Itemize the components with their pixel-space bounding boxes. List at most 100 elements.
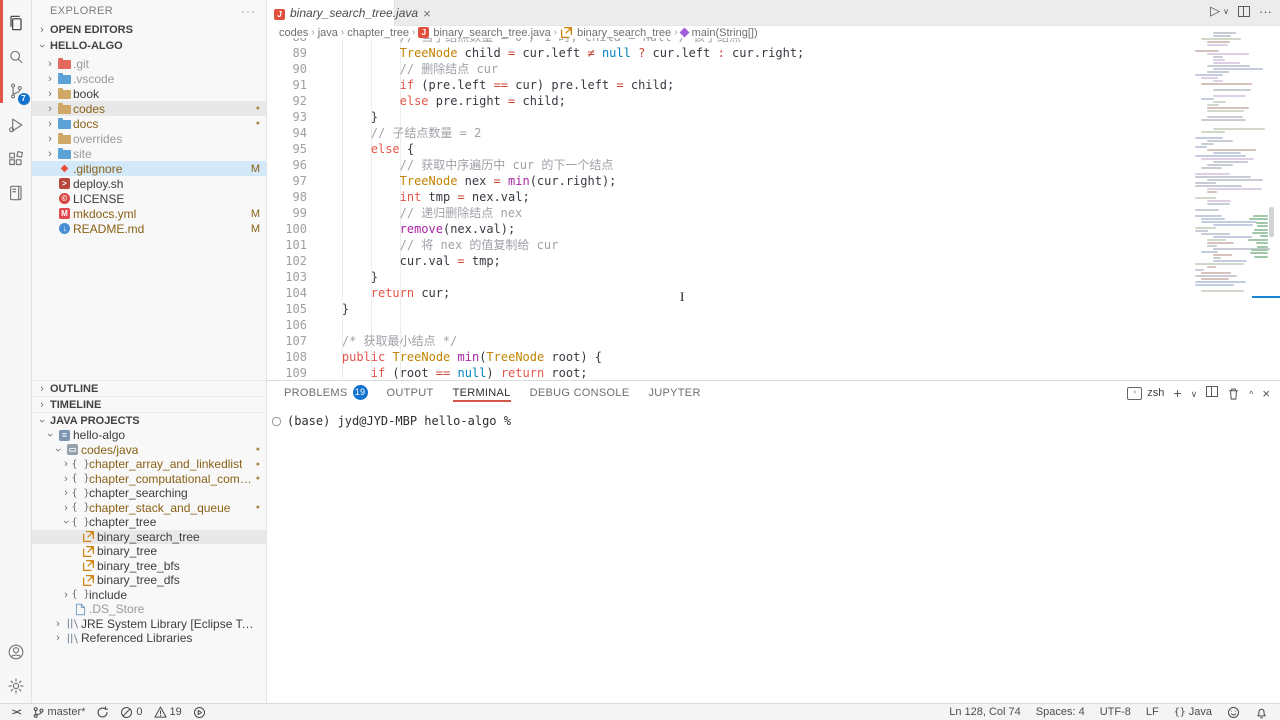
tree-item-overrides[interactable]: ›overrides: [32, 131, 266, 146]
status-warnings[interactable]: 19: [150, 706, 186, 719]
new-terminal-icon[interactable]: +: [1173, 385, 1181, 401]
status-notifications[interactable]: [1251, 706, 1272, 719]
tree-item-binary-tree-dfs[interactable]: ›binary_tree_dfs: [32, 573, 266, 588]
launch-profile-icon[interactable]: ∨: [1191, 386, 1198, 400]
line-number: 106: [267, 317, 307, 333]
tree-item-label: binary_tree: [97, 544, 157, 558]
code-line: 95else {: [267, 141, 1280, 157]
panel-tab-terminal[interactable]: TERMINAL: [453, 381, 511, 404]
code-line: 88// 当子结点数量 = 0 / 1 时, child = null / 该子…: [267, 38, 1280, 45]
tab-binary-search-tree[interactable]: J binary_search_tree.java ×: [267, 0, 395, 26]
tree-item-binary-search-tree[interactable]: ›binary_search_tree: [32, 530, 266, 545]
minimap-match-mark: [1252, 232, 1268, 234]
tree-item-chapter-stack-and-queue[interactable]: ›{ }chapter_stack_and_queue●: [32, 501, 266, 516]
code-editor[interactable]: 88// 当子结点数量 = 0 / 1 时, child = null / 该子…: [267, 38, 1280, 380]
status-eol[interactable]: LF: [1142, 706, 1163, 718]
modified-dot-icon: ●: [256, 504, 260, 511]
status-language-mode[interactable]: {}Java: [1170, 706, 1216, 718]
tree-item-chapter-computational-complexity[interactable]: ›{ }chapter_computational_complexity●: [32, 472, 266, 487]
tree-item-chapter-array-and-linkedlist[interactable]: ›{ }chapter_array_and_linkedlist●: [32, 457, 266, 472]
folder-red-icon: [56, 58, 73, 69]
activitybar-settings-icon[interactable]: [0, 669, 32, 703]
status-remote[interactable]: ><: [8, 706, 25, 718]
tree-item-git[interactable]: ›.git: [32, 56, 266, 71]
section-outline[interactable]: › OUTLINE: [32, 380, 266, 396]
tree-item-codes[interactable]: ›codes●: [32, 101, 266, 116]
close-panel-icon[interactable]: ×: [1262, 386, 1270, 401]
tree-item-include[interactable]: ›{ }include: [32, 588, 266, 603]
section-java-projects[interactable]: › JAVA PROJECTS: [32, 412, 266, 428]
braces-icon: { }: [72, 589, 89, 600]
tree-item-deploy-sh[interactable]: ›>deploy.sh: [32, 176, 266, 191]
status-indentation[interactable]: Spaces: 4: [1032, 706, 1089, 718]
close-icon[interactable]: ×: [423, 6, 431, 21]
activitybar-run-and-debug-icon[interactable]: [0, 108, 32, 142]
activitybar-account-icon[interactable]: [0, 635, 32, 669]
tree-item-binary-tree[interactable]: ›binary_tree: [32, 544, 266, 559]
tree-item-referenced-libraries[interactable]: ›Referenced Libraries: [32, 631, 266, 646]
modified-dot-icon: ●: [256, 105, 260, 112]
tree-item-license[interactable]: ›©LICENSE: [32, 191, 266, 206]
activitybar-extensions-icon[interactable]: [0, 142, 32, 176]
tree-item-binary-tree-bfs[interactable]: ›binary_tree_bfs: [32, 559, 266, 574]
status-label: LF: [1146, 706, 1159, 718]
tree-item-ds-store[interactable]: ›.DS_Store: [32, 602, 266, 617]
tree-item-codes-java[interactable]: ›▭codes/java●: [32, 443, 266, 458]
tree-item-book[interactable]: ›book: [32, 86, 266, 101]
breadcrumb-item-java[interactable]: java: [318, 27, 338, 39]
more-actions-icon[interactable]: ···: [241, 4, 256, 18]
terminal[interactable]: (base) jyd@JYD-MBP hello-algo %: [267, 404, 1280, 428]
activitybar-search-icon[interactable]: [0, 40, 32, 74]
status-encoding[interactable]: UTF-8: [1096, 706, 1135, 718]
tree-item-mkdocs-yml[interactable]: ›Mmkdocs.ymlM: [32, 206, 266, 221]
panel-tab-jupyter[interactable]: JUPYTER: [648, 381, 700, 404]
line-number: 103: [267, 269, 307, 285]
status-cursor-position[interactable]: Ln 128, Col 74: [945, 706, 1025, 718]
section-label: OPEN EDITORS: [50, 24, 133, 36]
tree-item-chapter-tree[interactable]: ›{ }chapter_tree: [32, 515, 266, 530]
section-root-folder[interactable]: › HELLO-ALGO: [32, 38, 266, 54]
split-terminal-icon[interactable]: [1206, 386, 1218, 400]
kill-terminal-icon[interactable]: [1227, 387, 1240, 400]
vertical-scrollbar[interactable]: [1269, 207, 1274, 237]
code-line: 107/* 获取最小结点 */: [267, 333, 1280, 349]
activitybar-source-control-icon[interactable]: 7: [0, 74, 32, 108]
breadcrumb-item-chapter-tree[interactable]: chapter_tree: [347, 27, 409, 39]
run-dropdown-icon[interactable]: ∨: [1223, 7, 1229, 16]
tree-item-chapter-searching[interactable]: ›{ }chapter_searching: [32, 486, 266, 501]
tree-item-readme-md[interactable]: ›↓README.mdM: [32, 221, 266, 236]
code-line: 99// 递归删除结点 nex: [267, 205, 1280, 221]
section-timeline[interactable]: › TIMELINE: [32, 396, 266, 412]
status-sync[interactable]: [92, 706, 113, 719]
section-open-editors[interactable]: › OPEN EDITORS: [32, 22, 266, 38]
status-feedback[interactable]: [1223, 706, 1244, 719]
line-number: 105: [267, 301, 307, 317]
more-actions-icon[interactable]: ···: [1259, 4, 1272, 19]
run-button[interactable]: ▷: [1210, 3, 1220, 19]
breadcrumb-item-main-string[interactable]: main(String[]): [681, 27, 758, 39]
breadcrumb-item-binary-search-tree-java[interactable]: Jbinary_search_tree.java: [418, 27, 550, 39]
maximize-panel-icon[interactable]: ^: [1249, 386, 1253, 400]
tree-item-gitignore[interactable]: ›◆.gitignoreM: [32, 161, 266, 176]
activitybar-explorer-icon[interactable]: [0, 6, 32, 40]
tree-item-vscode[interactable]: ›.vscode: [32, 71, 266, 86]
panel-tab-debug-console[interactable]: DEBUG CONSOLE: [530, 381, 630, 404]
activitybar-notebook-icon[interactable]: [0, 176, 32, 210]
status-errors[interactable]: 0: [116, 706, 146, 719]
breadcrumb-item-codes[interactable]: codes: [279, 27, 308, 39]
tree-item-label: .git: [73, 57, 89, 71]
status-label: master*: [48, 706, 86, 718]
tree-item-jre-system-library-eclipse-temurin-17-17[interactable]: ›JRE System Library [Eclipse Temurin 17 …: [32, 617, 266, 632]
minimap[interactable]: [1192, 32, 1270, 302]
tree-item-docs[interactable]: ›docs●: [32, 116, 266, 131]
status-debug[interactable]: [189, 706, 210, 719]
tree-item-hello-algo[interactable]: ›≡hello-algo: [32, 428, 266, 443]
status-git-branch[interactable]: master*: [28, 706, 90, 719]
split-editor-icon[interactable]: [1238, 6, 1250, 17]
panel-tab-output[interactable]: OUTPUT: [387, 381, 434, 404]
tree-item-site[interactable]: ›site: [32, 146, 266, 161]
section-label: OUTLINE: [50, 383, 98, 395]
panel-tab-problems[interactable]: PROBLEMS19: [284, 381, 368, 404]
shell-label[interactable]: zsh: [1147, 387, 1164, 399]
activity-bar: 7: [0, 0, 32, 703]
